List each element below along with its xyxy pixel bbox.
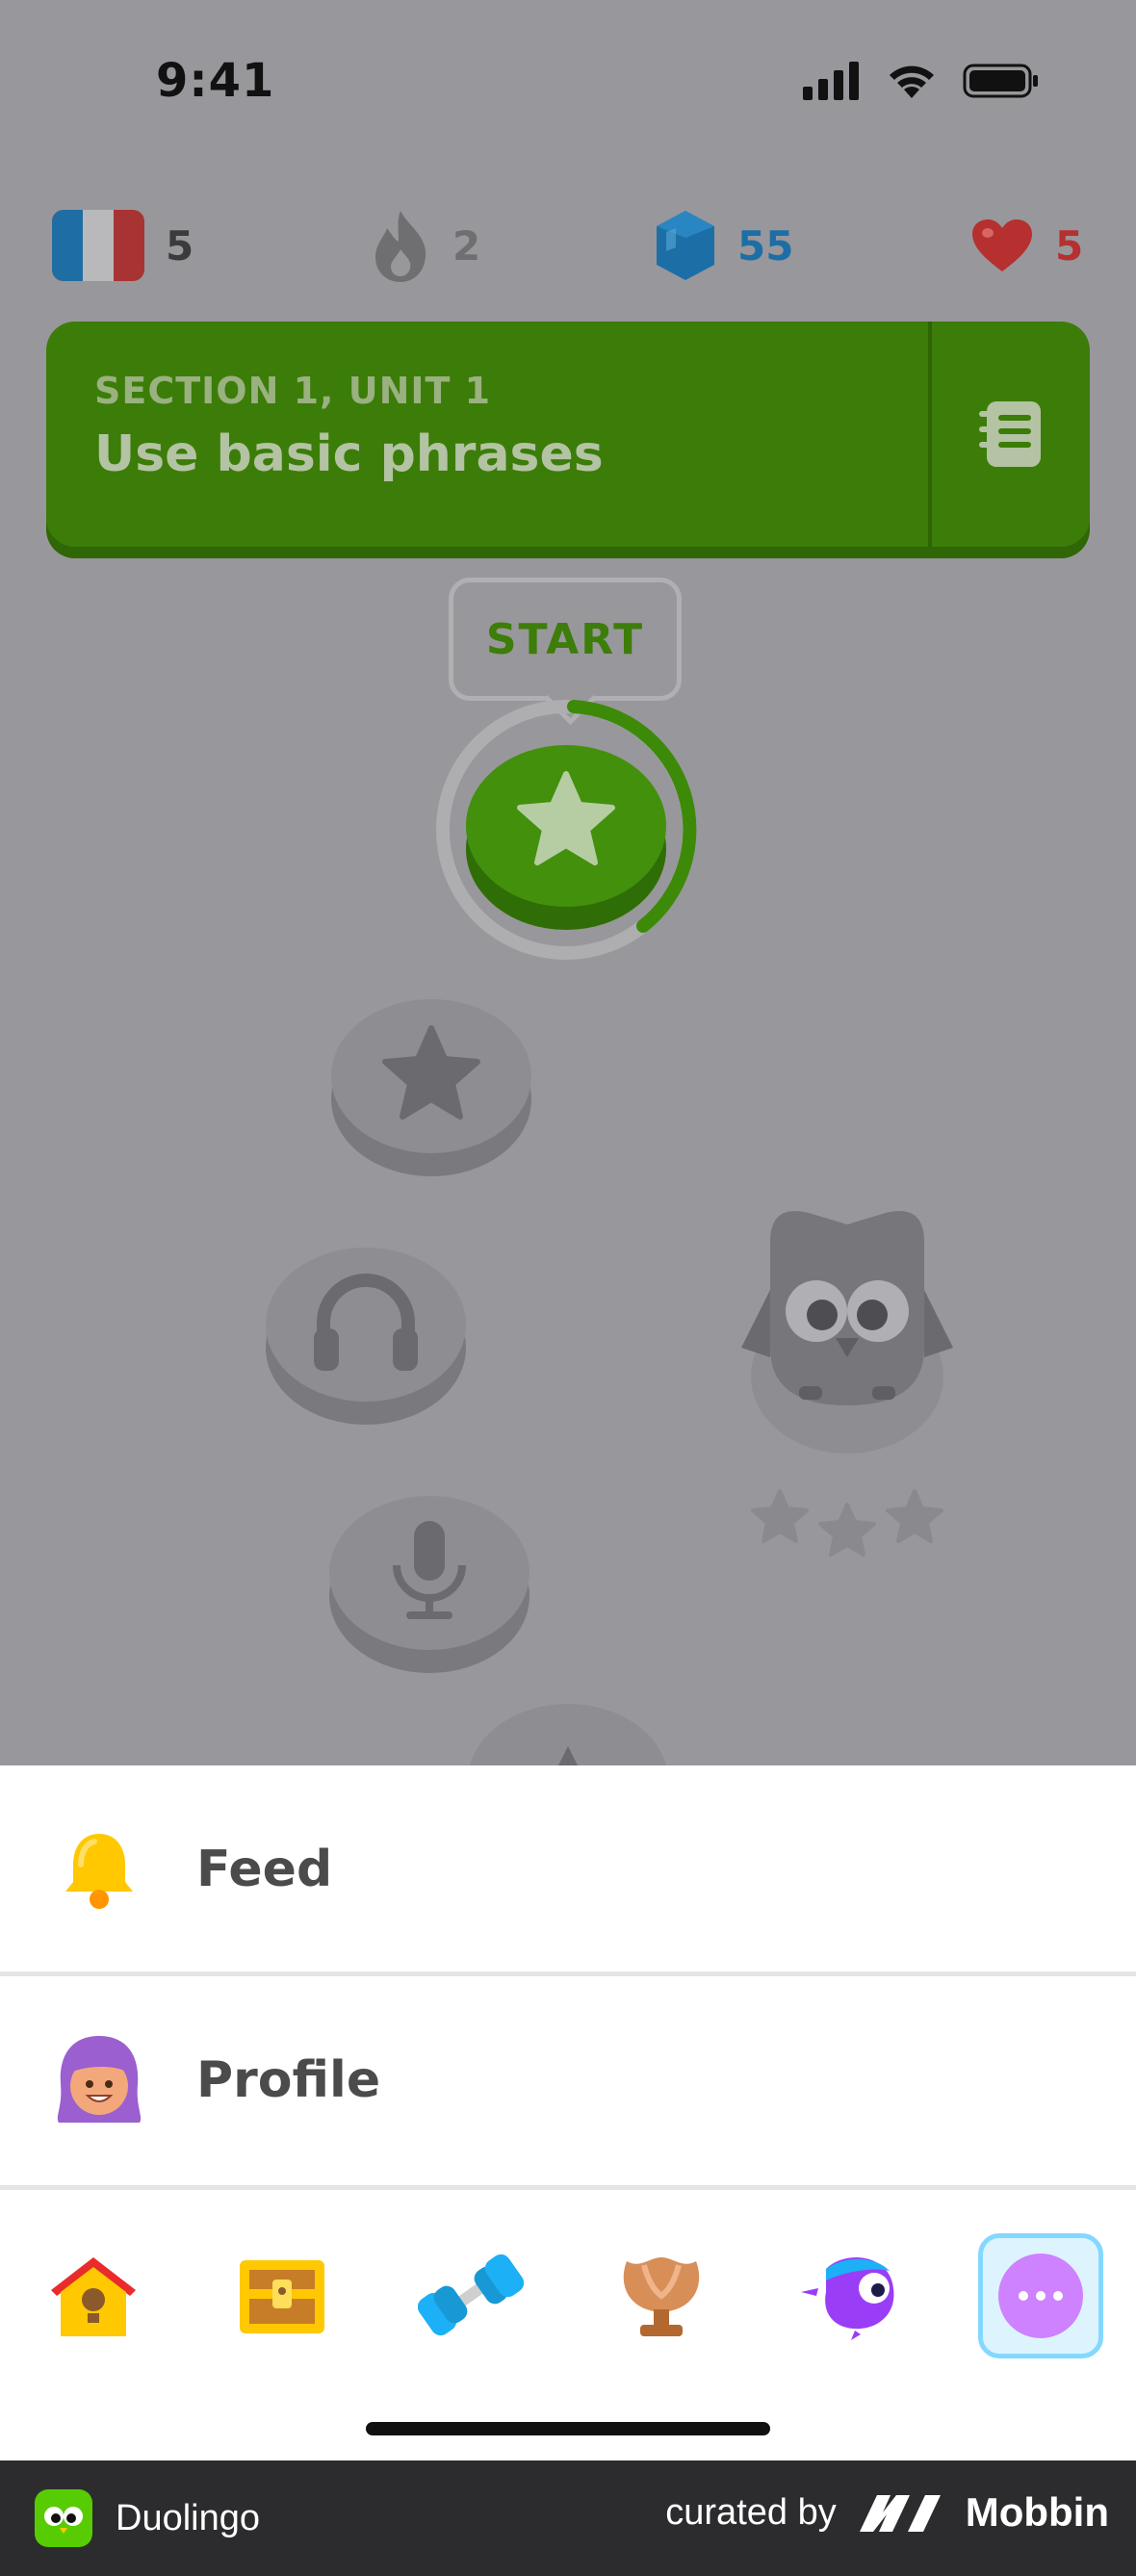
tab-leaderboard[interactable]: [599, 2233, 724, 2358]
star-icon: [818, 1503, 876, 1557]
dumbbell-icon: [418, 2254, 524, 2336]
menu-divider: [0, 2185, 1136, 2190]
treasure-chest-icon: [240, 2260, 324, 2333]
guidebook-button[interactable]: [932, 322, 1090, 547]
wifi-icon: [890, 65, 934, 98]
lesson-node-listening[interactable]: [264, 1234, 468, 1427]
french-flag-icon: [52, 210, 144, 281]
bottom-tab-bar: [0, 2224, 1136, 2358]
tab-character[interactable]: [787, 2233, 913, 2358]
more-icon: [998, 2254, 1083, 2338]
flame-icon: [375, 211, 426, 282]
owl-mascot: [741, 1211, 953, 1454]
signal-icon: [803, 62, 859, 100]
stats-row: 5 2 55 5: [0, 202, 1136, 289]
streak-count: 2: [452, 221, 481, 270]
menu-item-feed[interactable]: Feed: [0, 1765, 1136, 1973]
tab-home[interactable]: [31, 2233, 156, 2358]
streak-counter[interactable]: 2: [370, 202, 480, 289]
character-icon: [801, 2257, 894, 2340]
attribution-footer: Duolingo curated by Mobbin: [0, 2460, 1136, 2576]
footer-app-name: Duolingo: [116, 2497, 260, 2538]
duolingo-logo-icon: [35, 2489, 92, 2547]
course-count: 5: [166, 221, 194, 270]
start-tooltip: START: [449, 578, 682, 701]
gem-count: 55: [737, 221, 794, 270]
heart-icon: [972, 219, 1032, 271]
menu-item-profile[interactable]: Profile: [0, 1976, 1136, 2184]
avatar-icon: [48, 2029, 150, 2131]
unit-section-label: SECTION 1, UNIT 1: [94, 370, 492, 412]
tab-more[interactable]: [978, 2233, 1103, 2358]
battery-icon: [963, 64, 1038, 98]
status-icons: [803, 62, 1040, 100]
tab-leagues-chest[interactable]: [219, 2233, 345, 2358]
mobbin-brand: Mobbin: [965, 2489, 1109, 2535]
dimmed-learning-path: 9:41 5 2 55 5 SECTION 1, UNIT 1 Use basi…: [0, 0, 1136, 1765]
start-label: START: [485, 614, 645, 664]
status-time: 9:41: [156, 54, 275, 108]
language-selector[interactable]: 5: [52, 202, 194, 289]
gems-counter[interactable]: 55: [655, 202, 793, 289]
active-lesson-node[interactable]: [420, 695, 718, 965]
mobbin-logo-icon: [859, 2495, 941, 2532]
unit-title: Use basic phrases: [94, 425, 604, 483]
notebook-icon: [979, 401, 1041, 467]
home-indicator: [366, 2422, 770, 2435]
star-icon: [751, 1489, 809, 1543]
bell-icon: [48, 1818, 150, 1920]
unit-banner[interactable]: SECTION 1, UNIT 1 Use basic phrases: [46, 322, 1090, 547]
trophy-icon: [623, 2257, 700, 2336]
hearts-counter[interactable]: 5: [970, 202, 1083, 289]
footer-app: Duolingo: [35, 2489, 260, 2547]
menu-item-label: Feed: [196, 1841, 333, 1898]
menu-item-label: Profile: [196, 2051, 381, 2109]
hearts-count: 5: [1055, 221, 1084, 270]
star-icon: [886, 1489, 943, 1543]
gem-icon: [657, 211, 714, 280]
lesson-node-speaking[interactable]: [327, 1482, 531, 1675]
status-bar: 9:41: [0, 0, 1136, 164]
tab-practice[interactable]: [408, 2233, 533, 2358]
footer-credit: curated by Mobbin: [665, 2489, 1109, 2536]
lesson-node-star[interactable]: [329, 986, 533, 1178]
lesson-node-next[interactable]: [466, 1704, 670, 1765]
home-icon: [51, 2257, 136, 2336]
owl-stars: [751, 1487, 943, 1558]
curated-by-label: curated by: [665, 2491, 837, 2533]
